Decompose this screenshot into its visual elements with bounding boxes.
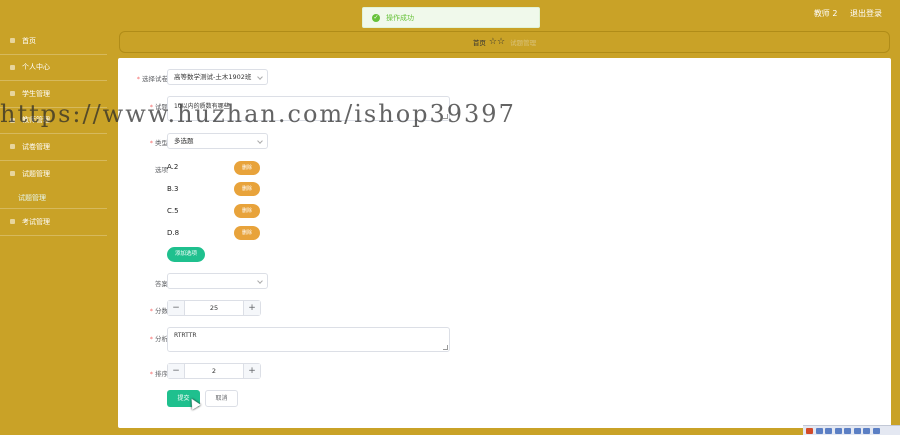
tray-icon[interactable] [844,427,851,434]
analysis-textarea[interactable]: RTRTTR [167,327,450,352]
submenu-question-management[interactable]: 试题管理 [0,187,107,209]
breadcrumb-home[interactable]: 首页 [473,37,486,47]
sidebar-item-label: 试卷管理 [22,142,50,151]
option-item: C.5 [167,207,179,215]
success-toast: ✓ 操作成功 [362,7,540,28]
paper-select[interactable]: 高等数学测试-土木1902班 [167,69,268,85]
ime-icon[interactable] [806,427,813,434]
toast-message: 操作成功 [386,13,414,22]
sidebar-item-label: 学生管理 [22,89,50,98]
type-select[interactable]: 多选题 [167,133,268,149]
sidebar: 首页 个人中心 学生管理 教师管理 试卷管理 试题管理 试题管理 考试管理 [0,28,107,435]
tray-icon[interactable] [853,427,861,434]
type-label: * 类型 [149,139,168,147]
submenu-label: 试题管理 [18,193,46,202]
answer-label: 答案 [155,280,168,288]
breadcrumb-current: 试题管理 [510,39,537,47]
score-value[interactable]: 25 [185,301,243,315]
star-icon: ☆☆ [488,36,506,47]
logout-link[interactable]: 退出登录 [850,9,882,18]
success-check-icon: ✓ [372,13,380,22]
delete-option-button[interactable]: 删除 [234,182,260,196]
chevron-down-icon [257,74,263,80]
tray-icon[interactable] [815,427,823,434]
sidebar-item-exams[interactable]: 考试管理 [0,209,107,236]
chevron-down-icon [257,138,263,144]
decrement-button[interactable]: − [168,301,185,315]
sidebar-item-label: 试题管理 [22,169,50,178]
sidebar-item-questions[interactable]: 试题管理 [0,161,107,188]
option-item: B.3 [167,185,179,193]
system-tray [803,425,900,435]
tray-icon[interactable] [872,427,880,434]
score-label: * 分数 [149,307,168,315]
paper-select-value: 高等数学测试-土木1902班 [174,73,252,81]
type-select-value: 多选题 [174,137,194,145]
sidebar-item-profile[interactable]: 个人中心 [0,55,107,81]
students-icon [10,91,15,97]
decrement-button[interactable]: − [168,364,185,378]
sidebar-item-label: 首页 [22,36,36,45]
tray-icon[interactable] [863,427,870,434]
delete-option-button[interactable]: 删除 [234,226,260,240]
sidebar-item-label: 个人中心 [22,63,50,72]
sidebar-item-papers[interactable]: 试卷管理 [0,134,107,161]
analysis-value: RTRTTR [174,332,197,339]
analysis-label: * 分析 [149,335,168,343]
exam-icon [10,219,15,225]
score-stepper[interactable]: − 25 + [167,300,261,316]
sidebar-item-label: 考试管理 [22,217,50,226]
order-stepper[interactable]: − 2 + [167,363,261,379]
chevron-down-icon [257,278,263,284]
add-option-button[interactable]: 添加选项 [167,247,205,262]
tray-icon[interactable] [834,427,842,434]
user-area: 教师 2 退出登录 [804,8,882,19]
increment-button[interactable]: + [243,301,260,315]
question-icon [10,171,15,177]
tray-icon[interactable] [825,427,832,434]
options-label: 选项 [155,166,168,174]
username-label: 教师 2 [813,9,838,18]
paper-icon [10,144,15,150]
paper-label: * 选择试卷 [136,75,168,83]
option-item: D.8 [167,229,180,237]
delete-option-button[interactable]: 删除 [234,204,260,218]
increment-button[interactable]: + [243,364,260,378]
delete-option-button[interactable]: 删除 [234,161,260,175]
option-item: A.2 [167,163,179,171]
order-label: * 排序 [149,370,168,378]
resize-handle-icon[interactable] [443,345,448,350]
sidebar-item-home[interactable]: 首页 [0,28,107,55]
user-icon [10,64,15,70]
watermark-text: https://www.huzhan.com/ishop39397 [0,100,516,128]
breadcrumb: 首页 ☆☆ 试题管理 [119,31,890,53]
answer-select[interactable] [167,273,268,289]
order-value[interactable]: 2 [185,364,243,378]
cancel-button[interactable]: 取消 [205,390,238,407]
home-icon [10,38,15,44]
